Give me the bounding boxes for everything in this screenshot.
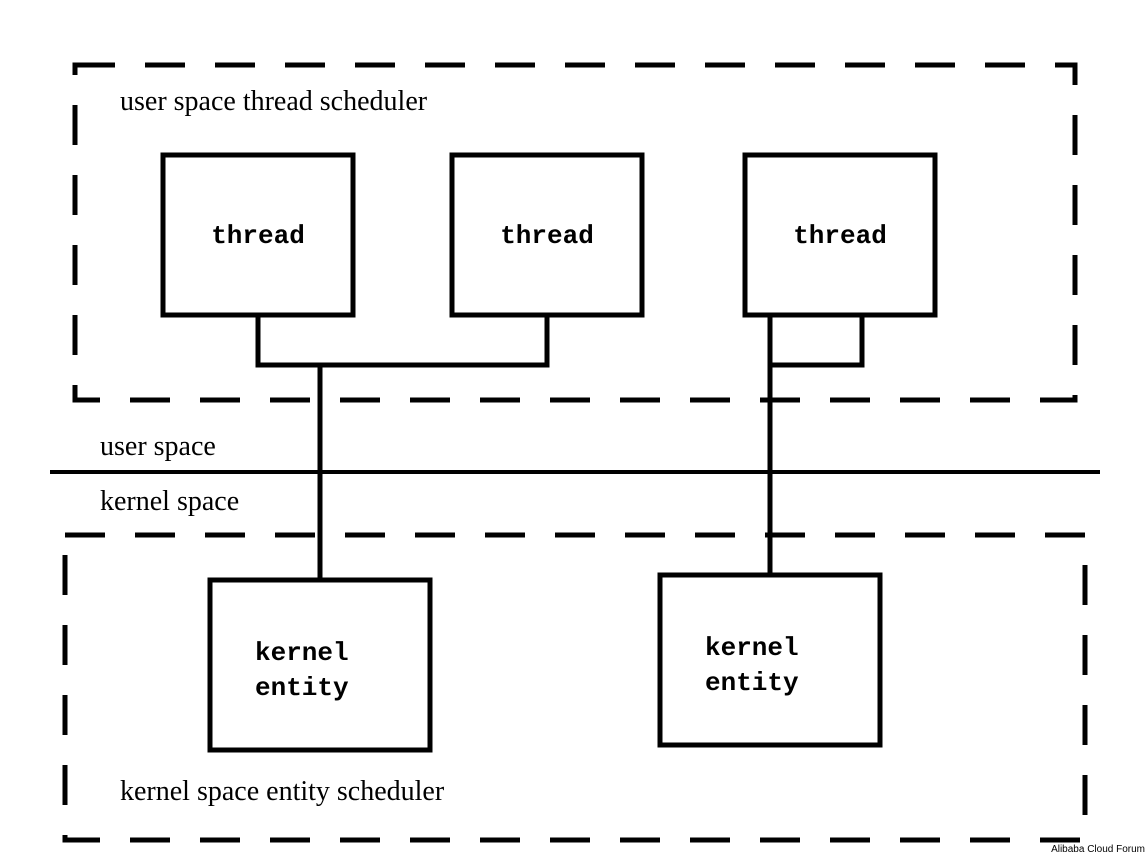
kernel-space-label: kernel space (100, 486, 239, 517)
watermark: Alibaba Cloud Forum (1051, 844, 1145, 855)
thread-label-2: thread (500, 221, 594, 251)
user-space-label: user space (100, 431, 216, 462)
connector-thread-3-jog (770, 315, 862, 365)
user-scheduler-title: user space thread scheduler (120, 86, 428, 117)
kernel-entity-2-l2: entity (705, 668, 799, 698)
kernel-entity-1-l1: kernel (255, 638, 349, 668)
threading-model-diagram: user space thread scheduler thread threa… (0, 0, 1148, 857)
thread-label-1: thread (211, 221, 305, 251)
thread-label-3: thread (793, 221, 887, 251)
kernel-entity-1-l2: entity (255, 673, 349, 703)
connector-threads-1-2-join (258, 315, 547, 365)
kernel-scheduler-title: kernel space entity scheduler (120, 776, 445, 807)
kernel-entity-2-l1: kernel (705, 633, 799, 663)
